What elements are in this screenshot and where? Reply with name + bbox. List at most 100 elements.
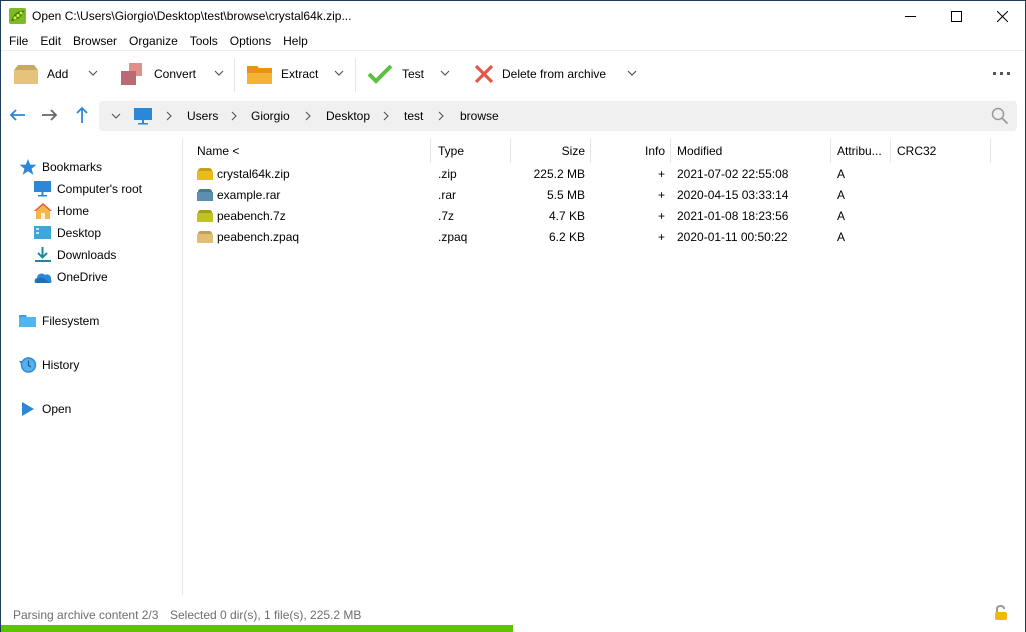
file-row[interactable]: crystal64k.zip .zip 225.2 MB + 2021-07-0…: [191, 164, 991, 185]
breadcrumb-giorgio[interactable]: Giorgio: [251, 109, 290, 123]
address-bar[interactable]: Users Giorgio Desktop test browse: [99, 101, 1017, 131]
minimize-button[interactable]: [887, 1, 933, 31]
file-modified: 2021-07-02 22:55:08: [677, 167, 789, 181]
convert-dropdown-chevron-icon[interactable]: [212, 66, 226, 80]
menu-help[interactable]: Help: [277, 32, 314, 52]
download-icon: [35, 247, 51, 262]
column-header-info[interactable]: Info: [591, 144, 665, 158]
menu-tools[interactable]: Tools: [184, 32, 224, 52]
computer-icon[interactable]: [134, 108, 152, 125]
menu-browser[interactable]: Browser: [67, 32, 123, 52]
archive-folder-icon: [197, 231, 213, 243]
sidebar-item-computers-root[interactable]: Computer's root: [34, 179, 142, 199]
breadcrumb-users[interactable]: Users: [187, 109, 218, 123]
downloads-label: Downloads: [57, 248, 117, 262]
extract-dropdown-chevron-icon[interactable]: [332, 66, 346, 80]
checkmark-icon: [368, 64, 393, 84]
menu-file[interactable]: File: [3, 32, 34, 52]
history-label: History: [42, 358, 80, 372]
column-header-size[interactable]: Size: [511, 144, 585, 158]
search-icon[interactable]: [991, 107, 1009, 125]
file-info: +: [657, 167, 665, 181]
close-button[interactable]: [979, 1, 1025, 31]
file-size: 4.7 KB: [548, 209, 585, 223]
sidebar-filesystem[interactable]: Filesystem: [19, 311, 99, 331]
test-label: Test: [402, 67, 425, 81]
progress-bar: [1, 625, 1025, 632]
file-row[interactable]: peabench.zpaq .zpaq 6.2 KB + 2020-01-11 …: [191, 227, 991, 248]
parsing-status: Parsing archive content 2/3: [13, 608, 159, 622]
menu-organize[interactable]: Organize: [123, 32, 184, 52]
file-type: .zip: [438, 167, 457, 181]
computers-root-label: Computer's root: [57, 182, 142, 196]
cloud-icon: [34, 273, 52, 283]
file-modified: 2021-01-08 18:23:56: [677, 209, 789, 223]
column-divider[interactable]: [890, 139, 891, 163]
more-options-icon[interactable]: [991, 66, 1013, 80]
home-icon: [34, 203, 52, 219]
convert-label: Convert: [154, 67, 197, 81]
breadcrumb-desktop[interactable]: Desktop: [326, 109, 370, 123]
column-header-modified[interactable]: Modified: [677, 144, 722, 158]
maximize-icon: [950, 10, 962, 22]
convert-button[interactable]: Convert: [120, 60, 196, 88]
column-header-crc32[interactable]: CRC32: [897, 144, 936, 158]
file-type: .rar: [438, 188, 456, 202]
column-header-type[interactable]: Type: [438, 144, 464, 158]
breadcrumb-browse[interactable]: browse: [460, 109, 499, 123]
sidebar: Bookmarks Computer's root Home Desktop D…: [1, 139, 183, 595]
column-header-row: Name < Type Size Info Modified Attribu..…: [191, 139, 1021, 163]
filesystem-label: Filesystem: [42, 314, 100, 328]
file-name: crystal64k.zip: [217, 167, 290, 181]
desktop-icon: [34, 226, 51, 239]
sidebar-item-home[interactable]: Home: [34, 201, 89, 221]
sidebar-open[interactable]: Open: [19, 399, 71, 419]
convert-icon: [121, 63, 142, 85]
menu-bar: File Edit Browser Organize Tools Options…: [1, 32, 314, 52]
maximize-button[interactable]: [933, 1, 979, 31]
menu-edit[interactable]: Edit: [34, 32, 67, 52]
sidebar-bookmarks[interactable]: Bookmarks: [19, 157, 102, 177]
app-window: Open C:\Users\Giorgio\Desktop\test\brows…: [0, 0, 1026, 632]
peazip-app-icon: [9, 8, 26, 24]
back-arrow-icon[interactable]: [8, 105, 28, 125]
add-button[interactable]: Add: [13, 60, 68, 88]
sidebar-history[interactable]: History: [19, 355, 79, 375]
progress-bar-fill: [1, 625, 513, 632]
breadcrumb-test[interactable]: test: [404, 109, 423, 123]
delete-x-icon: [474, 64, 494, 84]
column-divider[interactable]: [830, 139, 831, 163]
computer-icon: [34, 181, 51, 197]
test-button[interactable]: Test: [368, 60, 424, 88]
extract-label: Extract: [281, 67, 319, 81]
forward-arrow-icon[interactable]: [39, 105, 59, 125]
file-row[interactable]: example.rar .rar 5.5 MB + 2020-04-15 03:…: [191, 185, 991, 206]
sidebar-item-downloads[interactable]: Downloads: [34, 245, 116, 265]
file-type: .zpaq: [438, 230, 468, 244]
add-dropdown-chevron-icon[interactable]: [86, 66, 100, 80]
history-dropdown-chevron-icon[interactable]: [111, 112, 121, 120]
title-bar: Open C:\Users\Giorgio\Desktop\test\brows…: [1, 1, 1025, 31]
column-header-name[interactable]: Name <: [197, 144, 239, 158]
navigation-bar: Users Giorgio Desktop test browse: [1, 99, 1025, 133]
unlocked-padlock-icon[interactable]: [994, 605, 1008, 621]
column-divider[interactable]: [990, 139, 991, 163]
column-header-attributes[interactable]: Attribu...: [837, 144, 882, 158]
file-size: 5.5 MB: [546, 188, 585, 202]
status-bar: Parsing archive content 2/3 Selected 0 d…: [1, 601, 1025, 623]
menu-options[interactable]: Options: [224, 32, 277, 52]
column-divider[interactable]: [670, 139, 671, 163]
folder-icon: [19, 315, 36, 327]
history-clock-icon: [19, 357, 37, 373]
archive-folder-icon: [197, 210, 213, 222]
extract-button[interactable]: Extract: [247, 60, 318, 88]
file-row[interactable]: peabench.7z .7z 4.7 KB + 2021-01-08 18:2…: [191, 206, 991, 227]
up-arrow-icon[interactable]: [72, 105, 92, 125]
column-divider[interactable]: [430, 139, 431, 163]
sidebar-item-desktop[interactable]: Desktop: [34, 223, 101, 243]
delete-dropdown-chevron-icon[interactable]: [625, 66, 639, 80]
delete-from-archive-button[interactable]: Delete from archive: [474, 60, 606, 88]
sidebar-item-onedrive[interactable]: OneDrive: [34, 267, 108, 287]
test-dropdown-chevron-icon[interactable]: [438, 66, 452, 80]
delete-label: Delete from archive: [502, 67, 607, 81]
